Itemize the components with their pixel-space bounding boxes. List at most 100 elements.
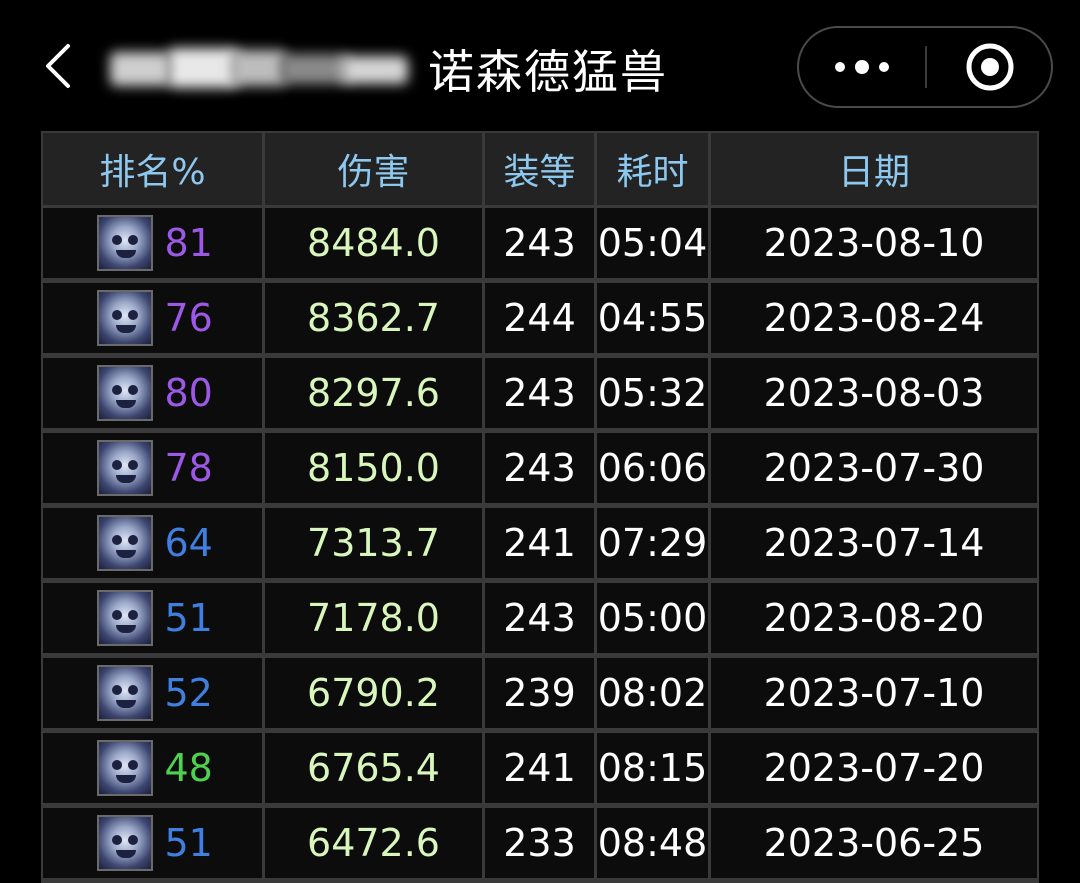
duration-cell: 06:06 [597,433,711,503]
damage-cell: 8484.0 [265,208,485,278]
rank-cell: 51 [43,808,265,878]
date-cell: 2023-08-20 [711,583,1037,653]
item-level-cell: 243 [485,208,597,278]
duration-cell: 08:48 [597,808,711,878]
duration-cell: 08:02 [597,658,711,728]
rank-percent: 76 [164,296,213,340]
rank-percent: 80 [164,371,213,415]
rank-percent: 81 [164,221,213,265]
table-row[interactable]: 81 8484.0 243 05:04 2023-08-10 [43,208,1037,283]
rank-percent: 52 [164,671,213,715]
rank-cell: 51 [43,583,265,653]
rank-cell-content: 76 [96,290,219,346]
rank-cell: 64 [43,508,265,578]
column-header-damage[interactable]: 伤害 [265,133,485,205]
rank-cell-content: 78 [96,440,219,496]
column-header-item-level[interactable]: 装等 [485,133,597,205]
table-row[interactable]: 48 6765.4 241 08:15 2023-07-20 [43,733,1037,808]
table-row[interactable]: 80 8297.6 243 05:32 2023-08-03 [43,358,1037,433]
table-row[interactable]: 78 8150.0 243 06:06 2023-07-30 [43,433,1037,508]
frost-spec-icon [96,515,153,571]
more-button[interactable] [799,28,925,106]
date-cell: 2023-07-10 [711,658,1037,728]
rank-cell: 78 [43,433,265,503]
date-cell: 2023-07-20 [711,733,1037,803]
date-cell: 2023-07-14 [711,508,1037,578]
ranking-table: 排名% 伤害 装等 耗时 日期 81 8484.0 243 05:04 2023-08-… [41,131,1039,883]
duration-cell: 05:04 [597,208,711,278]
rank-percent: 51 [164,821,213,865]
rank-cell-content: 51 [96,590,219,646]
rank-cell-content: 48 [96,740,219,796]
item-level-cell: 243 [485,583,597,653]
column-header-date[interactable]: 日期 [711,133,1037,205]
duration-cell: 07:29 [597,508,711,578]
duration-cell: 05:32 [597,358,711,428]
duration-cell: 04:55 [597,283,711,353]
column-header-rank[interactable]: 排名% [43,133,265,205]
table-header-row: 排名% 伤害 装等 耗时 日期 [43,133,1037,208]
frost-spec-icon [96,365,153,421]
damage-cell: 6472.6 [265,808,485,878]
frost-spec-icon [96,215,153,271]
table-row[interactable]: 51 6472.6 233 08:48 2023-06-25 [43,808,1037,883]
frost-spec-icon [96,290,153,346]
page-title-area: 诺森德猛兽 [110,34,668,104]
duration-cell: 08:15 [597,733,711,803]
target-circle-icon [966,43,1014,91]
redacted-title-prefix [110,46,410,92]
rank-percent: 64 [164,521,213,565]
rank-cell-content: 52 [96,665,219,721]
rank-cell-content: 80 [96,365,219,421]
date-cell: 2023-08-10 [711,208,1037,278]
rank-percent: 78 [164,446,213,490]
rank-cell: 48 [43,733,265,803]
rank-cell: 81 [43,208,265,278]
rank-cell: 76 [43,283,265,353]
table-row[interactable]: 76 8362.7 244 04:55 2023-08-24 [43,283,1037,358]
date-cell: 2023-07-30 [711,433,1037,503]
rank-cell-content: 81 [96,215,219,271]
rank-cell: 80 [43,358,265,428]
item-level-cell: 233 [485,808,597,878]
miniprogram-capsule [797,26,1053,108]
duration-cell: 05:00 [597,583,711,653]
item-level-cell: 243 [485,433,597,503]
table-body: 81 8484.0 243 05:04 2023-08-10 76 8362.7 244 04:… [43,208,1037,883]
frost-spec-icon [96,590,153,646]
damage-cell: 6790.2 [265,658,485,728]
table-row[interactable]: 52 6790.2 239 08:02 2023-07-10 [43,658,1037,733]
damage-cell: 7313.7 [265,508,485,578]
damage-cell: 6765.4 [265,733,485,803]
navigation-bar: 诺森德猛兽 [0,0,1080,130]
rank-percent: 51 [164,596,213,640]
item-level-cell: 241 [485,508,597,578]
close-button[interactable] [927,28,1053,106]
date-cell: 2023-08-03 [711,358,1037,428]
rank-percent: 48 [164,746,213,790]
date-cell: 2023-08-24 [711,283,1037,353]
item-level-cell: 243 [485,358,597,428]
column-header-duration[interactable]: 耗时 [597,133,711,205]
item-level-cell: 241 [485,733,597,803]
damage-cell: 8150.0 [265,433,485,503]
frost-spec-icon [96,665,153,721]
damage-cell: 7178.0 [265,583,485,653]
rank-cell-content: 51 [96,815,219,871]
more-dots-icon [835,60,889,74]
frost-spec-icon [96,740,153,796]
date-cell: 2023-06-25 [711,808,1037,878]
page-title: 诺森德猛兽 [428,45,668,99]
chevron-left-icon [46,44,70,88]
frost-spec-icon [96,440,153,496]
table-row[interactable]: 64 7313.7 241 07:29 2023-07-14 [43,508,1037,583]
frost-spec-icon [96,815,153,871]
table-row[interactable]: 51 7178.0 243 05:00 2023-08-20 [43,583,1037,658]
back-button[interactable] [30,36,90,96]
rank-cell-content: 64 [96,515,219,571]
item-level-cell: 239 [485,658,597,728]
rank-cell: 52 [43,658,265,728]
damage-cell: 8362.7 [265,283,485,353]
damage-cell: 8297.6 [265,358,485,428]
item-level-cell: 244 [485,283,597,353]
